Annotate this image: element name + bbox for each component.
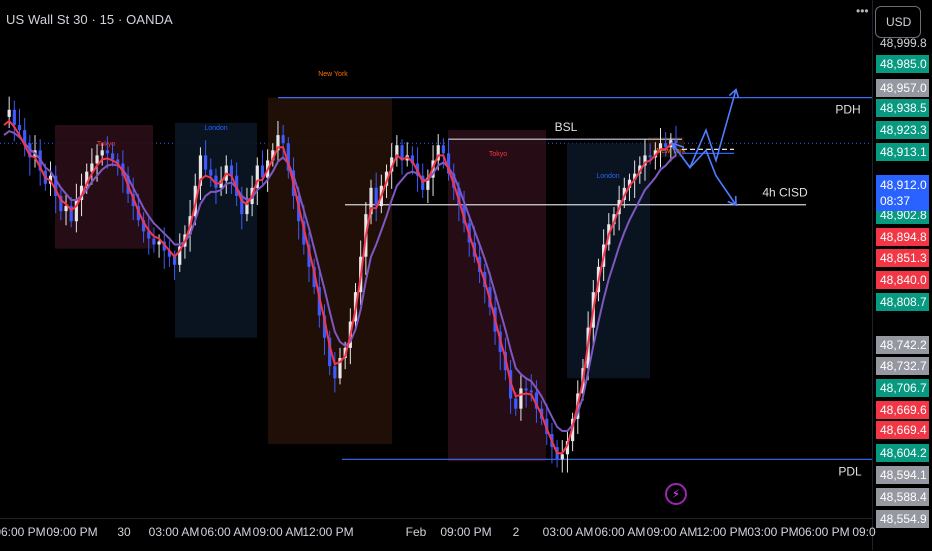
candle-body [674, 140, 678, 144]
candle-body [560, 454, 564, 460]
candle-body [7, 109, 11, 117]
price-axis-label: 48,957.0 [876, 79, 929, 97]
time-axis-label: 09:0 [852, 525, 876, 539]
symbol-title[interactable]: US Wall St 30 · 15 · OANDA [6, 12, 173, 27]
time-axis-label: 06:00 AM [200, 525, 252, 539]
price-axis-label: 48,706.7 [876, 379, 929, 397]
session-label-3: Tokyo [489, 151, 507, 158]
candle-body [209, 169, 213, 176]
level-label-pdl: PDL [838, 464, 862, 478]
level-label-bsl: BSL [555, 120, 578, 134]
price-axis-label: 48,840.0 [876, 271, 929, 289]
price-axis-label: 48,999.8 [880, 36, 927, 50]
time-axis-label: 03:00 PM [747, 525, 799, 539]
time-axis-label: 2 [512, 525, 520, 539]
candle-body [157, 241, 161, 245]
price-axis-label: 48,923.3 [876, 121, 929, 139]
more-menu-icon[interactable]: ••• [856, 4, 869, 18]
price-axis-label: 48,554.9 [876, 510, 929, 528]
candle-body [529, 390, 533, 393]
time-axis-label: 09:00 AM [252, 525, 304, 539]
session-box-1 [175, 122, 257, 338]
price-axis-label: 48,938.5 [876, 99, 929, 117]
price-axis-label: 48,985.0 [876, 55, 929, 73]
projection-arrowhead-down-leg [727, 196, 737, 207]
current-price-badge: 48,912.0 08:37 [876, 175, 929, 211]
time-axis-label: 12:00 PM [696, 525, 748, 539]
price-axis-label: 48,851.3 [876, 249, 929, 267]
candle-body [17, 124, 22, 131]
price-axis-label: 48,732.7 [876, 357, 929, 375]
candle-body [281, 135, 285, 144]
time-axis-label: 03:00 AM [542, 525, 594, 539]
candle-body [664, 143, 668, 148]
candle-body [333, 366, 337, 379]
candle-body [204, 155, 208, 170]
level-label-4h-cisd: 4h CISD [762, 186, 808, 200]
price-axis-label: 48,588.4 [876, 488, 929, 506]
time-axis-label: 30 [117, 525, 131, 539]
candle-body [110, 153, 115, 160]
candle-body [441, 145, 445, 154]
candle-body [152, 238, 156, 245]
candle-body [105, 150, 109, 154]
session-label-2: New York [318, 71, 348, 78]
time-axis-label: 09:00 PM [46, 525, 98, 539]
time-axis-label: 06:00 PM [0, 525, 46, 539]
price-axis-label: 48,808.7 [876, 293, 929, 311]
level-label-pdh: PDH [835, 103, 860, 117]
bar-countdown: 08:37 [880, 194, 911, 208]
candle-body [648, 155, 652, 158]
candle-body [514, 398, 518, 409]
candle-body [229, 165, 234, 176]
candle-body [524, 388, 528, 391]
candle-body [519, 388, 523, 409]
price-axis-label: 48,594.1 [876, 466, 929, 484]
price-axis-label: 48,894.8 [876, 228, 929, 246]
price-axis-label: 48,742.2 [876, 336, 929, 354]
session-box-2 [268, 97, 392, 445]
time-axis-label: 09:00 AM [646, 525, 698, 539]
time-axis[interactable]: 06:00 PM09:00 PM3003:00 AM06:00 AM09:00 … [0, 518, 876, 551]
session-label-1: London [204, 125, 227, 132]
price-axis-label: 48,913.1 [876, 143, 929, 161]
time-axis-label: Feb [405, 525, 427, 539]
candle-body [12, 109, 16, 125]
time-axis-label: 06:00 PM [798, 525, 850, 539]
time-axis-label: 12:00 PM [302, 525, 354, 539]
time-axis-label: 09:00 PM [440, 525, 492, 539]
session-box-3 [448, 130, 546, 462]
chart-canvas[interactable]: TokyoLondonNew YorkTokyoLondonNew YorkPD… [0, 0, 932, 550]
time-axis-label: 06:00 AM [594, 525, 646, 539]
time-axis-label: 03:00 AM [148, 525, 200, 539]
candle-body [95, 155, 99, 164]
current-price-value: 48,912.0 [880, 178, 927, 192]
price-axis-label: 48,669.4 [876, 421, 929, 439]
candle-body [100, 150, 104, 156]
candle-body [245, 204, 249, 215]
lightning-icon[interactable]: ⚡ [665, 483, 687, 505]
price-axis-label: 48,604.2 [876, 444, 929, 462]
price-axis-label: 48,669.6 [876, 401, 929, 419]
session-label-4: London [596, 173, 619, 180]
